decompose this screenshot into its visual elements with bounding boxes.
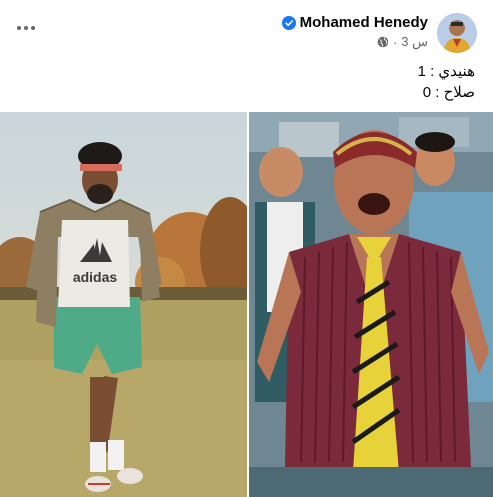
shirt-logo-text: adidas <box>73 269 118 285</box>
author-name[interactable]: Mohamed Henedy <box>300 14 428 31</box>
post-timestamp[interactable]: 3 س <box>401 34 428 50</box>
post-line-2: صلاح : 0 <box>422 84 475 101</box>
verified-badge-icon <box>281 15 296 30</box>
photo-right[interactable] <box>249 112 493 497</box>
separator-dot: · <box>392 34 398 50</box>
more-dot-icon <box>17 26 21 30</box>
author-avatar[interactable] <box>437 13 477 53</box>
post-line-1: هنيدي : 1 <box>417 63 475 80</box>
post-media[interactable]: adidas <box>0 112 493 497</box>
post-meta: · 3 س <box>377 34 428 50</box>
more-options-button[interactable] <box>14 20 38 36</box>
facebook-post: Mohamed Henedy · 3 س هنيدي : 1 صلاح : 0 <box>0 0 493 497</box>
globe-icon[interactable] <box>377 36 389 48</box>
post-body: هنيدي : 1 صلاح : 0 <box>418 61 475 103</box>
photo-left[interactable]: adidas <box>0 112 247 497</box>
more-dot-icon <box>31 26 35 30</box>
more-dot-icon <box>24 26 28 30</box>
photo-right-image <box>249 112 493 497</box>
photo-left-image: adidas <box>0 112 247 497</box>
avatar-image <box>437 13 477 53</box>
author-header: Mohamed Henedy <box>281 14 428 31</box>
